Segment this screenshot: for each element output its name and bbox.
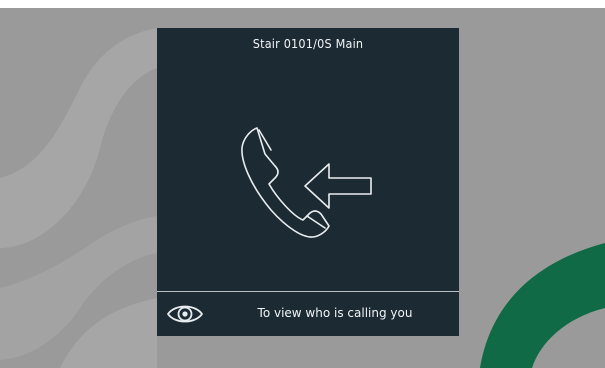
- view-caller-row[interactable]: To view who is calling you: [157, 292, 459, 336]
- eye-icon[interactable]: [165, 299, 205, 329]
- incoming-call-icon: [241, 127, 372, 238]
- view-caller-label[interactable]: To view who is calling you: [215, 306, 455, 320]
- intercom-screen: Stair 0101/0S Main To view who is callin…: [0, 0, 605, 368]
- call-panel: Stair 0101/0S Main To view who is callin…: [157, 28, 459, 336]
- top-strip: [0, 0, 605, 8]
- panel-title: Stair 0101/0S Main: [252, 36, 364, 51]
